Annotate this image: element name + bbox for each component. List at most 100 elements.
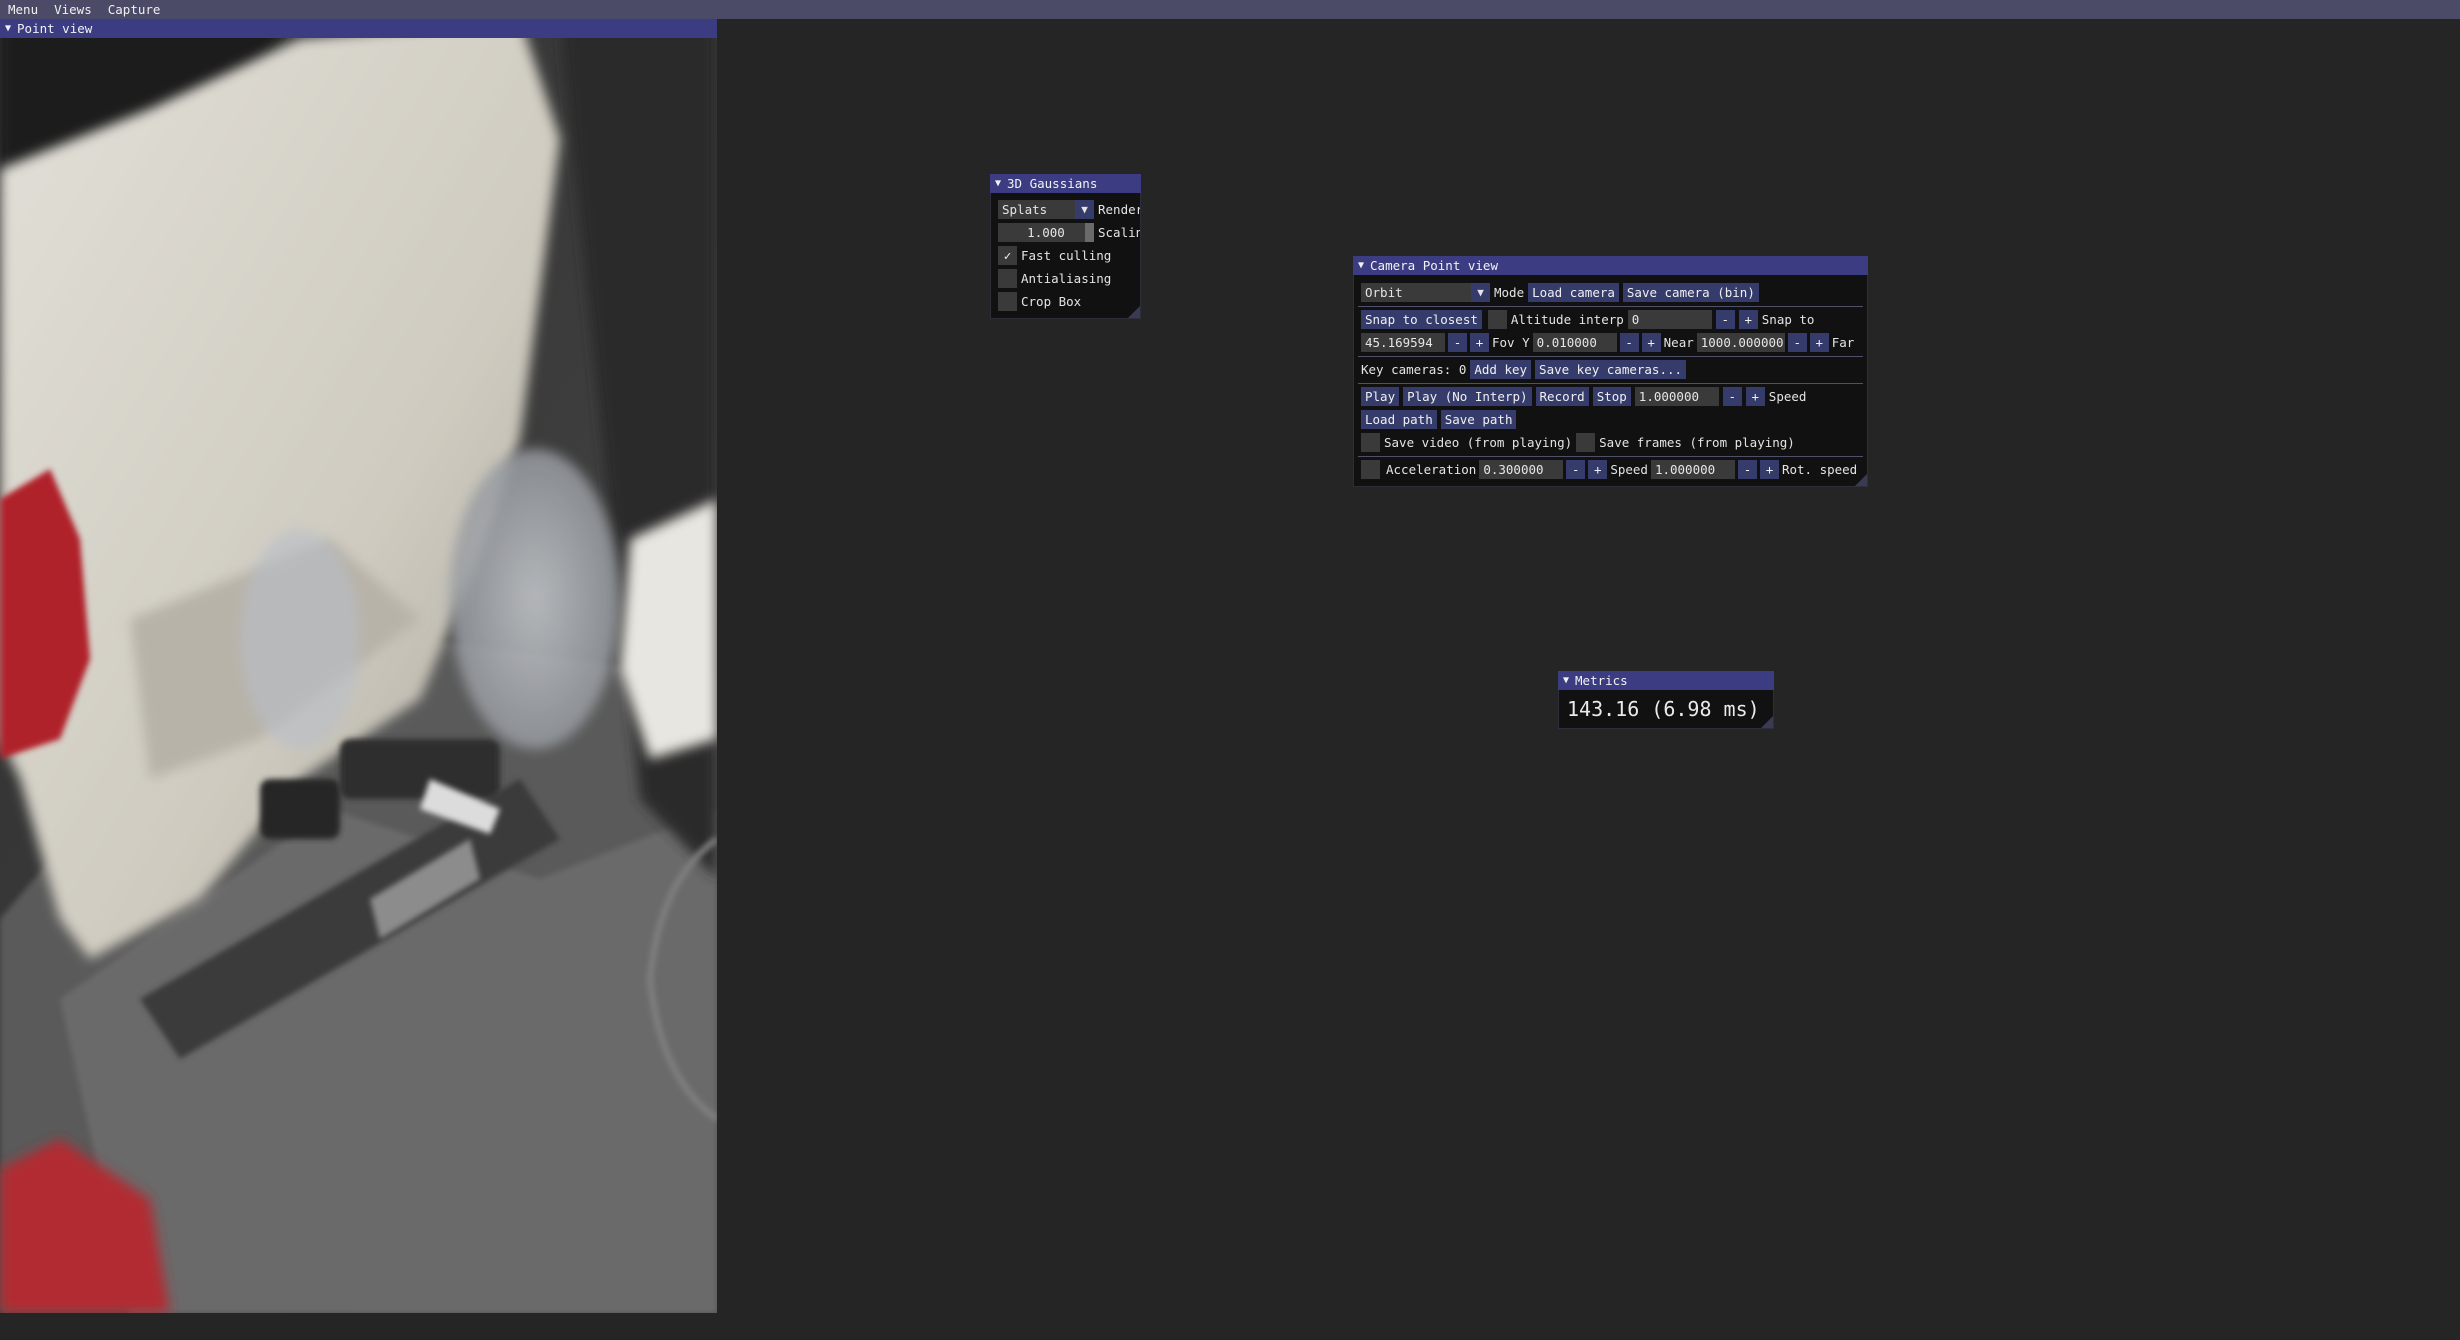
camera-titlebar[interactable]: ▼ Camera Point view <box>1353 256 1868 275</box>
metrics-titlebar[interactable]: ▼ Metrics <box>1558 671 1774 690</box>
menu-item-capture[interactable]: Capture <box>100 0 169 19</box>
mode-label: Mode <box>1494 285 1525 300</box>
far-minus-button[interactable]: - <box>1787 333 1807 352</box>
acceleration-checkbox[interactable] <box>1361 460 1380 479</box>
triangle-down-icon[interactable]: ▼ <box>995 178 1001 189</box>
near-minus-button[interactable]: - <box>1619 333 1639 352</box>
checkmark-icon: ✓ <box>1003 248 1012 263</box>
dropdown-arrow-icon[interactable]: ▼ <box>1471 283 1490 302</box>
dropdown-arrow-icon[interactable]: ▼ <box>1075 200 1094 219</box>
gaussians-window: ▼ 3D Gaussians Splats ▼ Render 1.000 Sca… <box>990 174 1141 319</box>
acceleration-plus-button[interactable]: + <box>1588 460 1608 479</box>
menu-item-views[interactable]: Views <box>46 0 100 19</box>
point-view-viewport[interactable] <box>0 19 717 1313</box>
camera-mode-dropdown[interactable]: Orbit ▼ <box>1361 283 1490 302</box>
scaling-label: Scaling <box>1098 225 1140 240</box>
resize-grip[interactable] <box>1855 474 1867 486</box>
triangle-down-icon[interactable]: ▼ <box>5 23 11 34</box>
move-speed-minus-button[interactable]: - <box>1737 460 1757 479</box>
far-label: Far <box>1831 335 1855 350</box>
fps-readout: 143.16 (6.98 ms) <box>1567 697 1760 721</box>
point-view-titlebar[interactable]: ▼ Point view <box>0 19 717 38</box>
separator <box>1358 383 1863 384</box>
snap-to-closest-button[interactable]: Snap to closest <box>1361 310 1482 329</box>
play-speed-input[interactable]: 1.000000 <box>1634 387 1719 406</box>
rot-speed-label: Rot. speed <box>1781 462 1858 477</box>
point-view-render <box>0 19 717 1313</box>
acceleration-input[interactable]: 0.300000 <box>1479 460 1564 479</box>
move-speed-input[interactable]: 1.000000 <box>1650 460 1735 479</box>
camera-title: Camera Point view <box>1370 258 1498 273</box>
move-speed-label: Speed <box>1610 462 1648 477</box>
load-camera-button[interactable]: Load camera <box>1528 283 1619 302</box>
antialiasing-checkbox[interactable] <box>998 269 1017 288</box>
altitude-interp-checkbox[interactable] <box>1487 310 1507 329</box>
save-frames-checkbox[interactable] <box>1576 433 1596 452</box>
move-speed-plus-button[interactable]: + <box>1759 460 1779 479</box>
separator <box>1358 356 1863 357</box>
save-path-button[interactable]: Save path <box>1440 410 1517 429</box>
triangle-down-icon[interactable]: ▼ <box>1358 260 1364 271</box>
snap-to-label: Snap to <box>1761 312 1815 327</box>
save-frames-label: Save frames (from playing) <box>1599 435 1795 450</box>
gaussians-body: Splats ▼ Render 1.000 Scaling ✓ Fast cul… <box>990 193 1141 319</box>
gaussians-title: 3D Gaussians <box>1007 176 1098 191</box>
fast-culling-label: Fast culling <box>1021 248 1112 263</box>
save-video-label: Save video (from playing) <box>1384 435 1573 450</box>
play-button[interactable]: Play <box>1361 387 1400 406</box>
play-speed-minus-button[interactable]: - <box>1722 387 1742 406</box>
key-cameras-count: Key cameras: 0 <box>1361 362 1467 377</box>
menu-item-menu[interactable]: Menu <box>0 0 46 19</box>
render-label: Render <box>1098 202 1141 217</box>
fast-culling-checkbox[interactable]: ✓ <box>998 246 1017 265</box>
near-label: Near <box>1663 335 1694 350</box>
metrics-body: 143.16 (6.98 ms) <box>1558 690 1774 729</box>
scaling-slider-grab[interactable] <box>1085 223 1094 242</box>
camera-body: Orbit ▼ Mode Load camera Save camera (bi… <box>1353 275 1868 487</box>
render-mode-value: Splats <box>1002 202 1048 217</box>
save-video-checkbox[interactable] <box>1361 433 1380 452</box>
render-mode-dropdown[interactable]: Splats ▼ <box>998 200 1094 219</box>
load-path-button[interactable]: Load path <box>1361 410 1437 429</box>
menu-bar: Menu Views Capture <box>0 0 2460 19</box>
record-button[interactable]: Record <box>1535 387 1589 406</box>
triangle-down-icon[interactable]: ▼ <box>1563 675 1569 686</box>
fov-y-input[interactable]: 45.169594 <box>1361 333 1445 352</box>
snap-to-input[interactable]: 0 <box>1627 310 1712 329</box>
save-key-cameras-button[interactable]: Save key cameras... <box>1535 360 1687 379</box>
point-view-window: ▼ Point view <box>0 19 717 1313</box>
snap-to-plus-button[interactable]: + <box>1738 310 1758 329</box>
play-speed-plus-button[interactable]: + <box>1745 387 1765 406</box>
acceleration-minus-button[interactable]: - <box>1566 460 1586 479</box>
crop-box-label: Crop Box <box>1021 294 1082 309</box>
snap-to-minus-button[interactable]: - <box>1715 310 1735 329</box>
resize-grip[interactable] <box>1128 306 1140 318</box>
add-key-button[interactable]: Add key <box>1470 360 1532 379</box>
altitude-interp-label: Altitude interp <box>1510 312 1624 327</box>
resize-grip[interactable] <box>1761 716 1773 728</box>
fov-y-label: Fov Y <box>1492 335 1530 350</box>
crop-box-checkbox[interactable] <box>998 292 1017 311</box>
fov-y-minus-button[interactable]: - <box>1448 333 1467 352</box>
near-input[interactable]: 0.010000 <box>1532 333 1617 352</box>
camera-mode-value: Orbit <box>1365 285 1403 300</box>
acceleration-label: Acceleration <box>1386 462 1477 477</box>
far-input[interactable]: 1000.000000 <box>1696 333 1785 352</box>
play-no-interp-button[interactable]: Play (No Interp) <box>1403 387 1532 406</box>
antialiasing-label: Antialiasing <box>1021 271 1112 286</box>
metrics-window: ▼ Metrics 143.16 (6.98 ms) <box>1558 671 1774 729</box>
metrics-title: Metrics <box>1575 673 1628 688</box>
scaling-slider[interactable]: 1.000 <box>998 223 1094 242</box>
near-plus-button[interactable]: + <box>1641 333 1661 352</box>
separator <box>1358 306 1863 307</box>
play-speed-label: Speed <box>1768 389 1807 404</box>
gaussians-titlebar[interactable]: ▼ 3D Gaussians <box>990 174 1141 193</box>
fov-y-plus-button[interactable]: + <box>1470 333 1489 352</box>
scaling-value: 1.000 <box>1027 225 1065 240</box>
stop-button[interactable]: Stop <box>1592 387 1631 406</box>
separator <box>1358 456 1863 457</box>
camera-window: ▼ Camera Point view Orbit ▼ Mode Load ca… <box>1353 256 1868 487</box>
point-view-title: Point view <box>17 21 93 36</box>
save-camera-button[interactable]: Save camera (bin) <box>1622 283 1759 302</box>
far-plus-button[interactable]: + <box>1809 333 1829 352</box>
